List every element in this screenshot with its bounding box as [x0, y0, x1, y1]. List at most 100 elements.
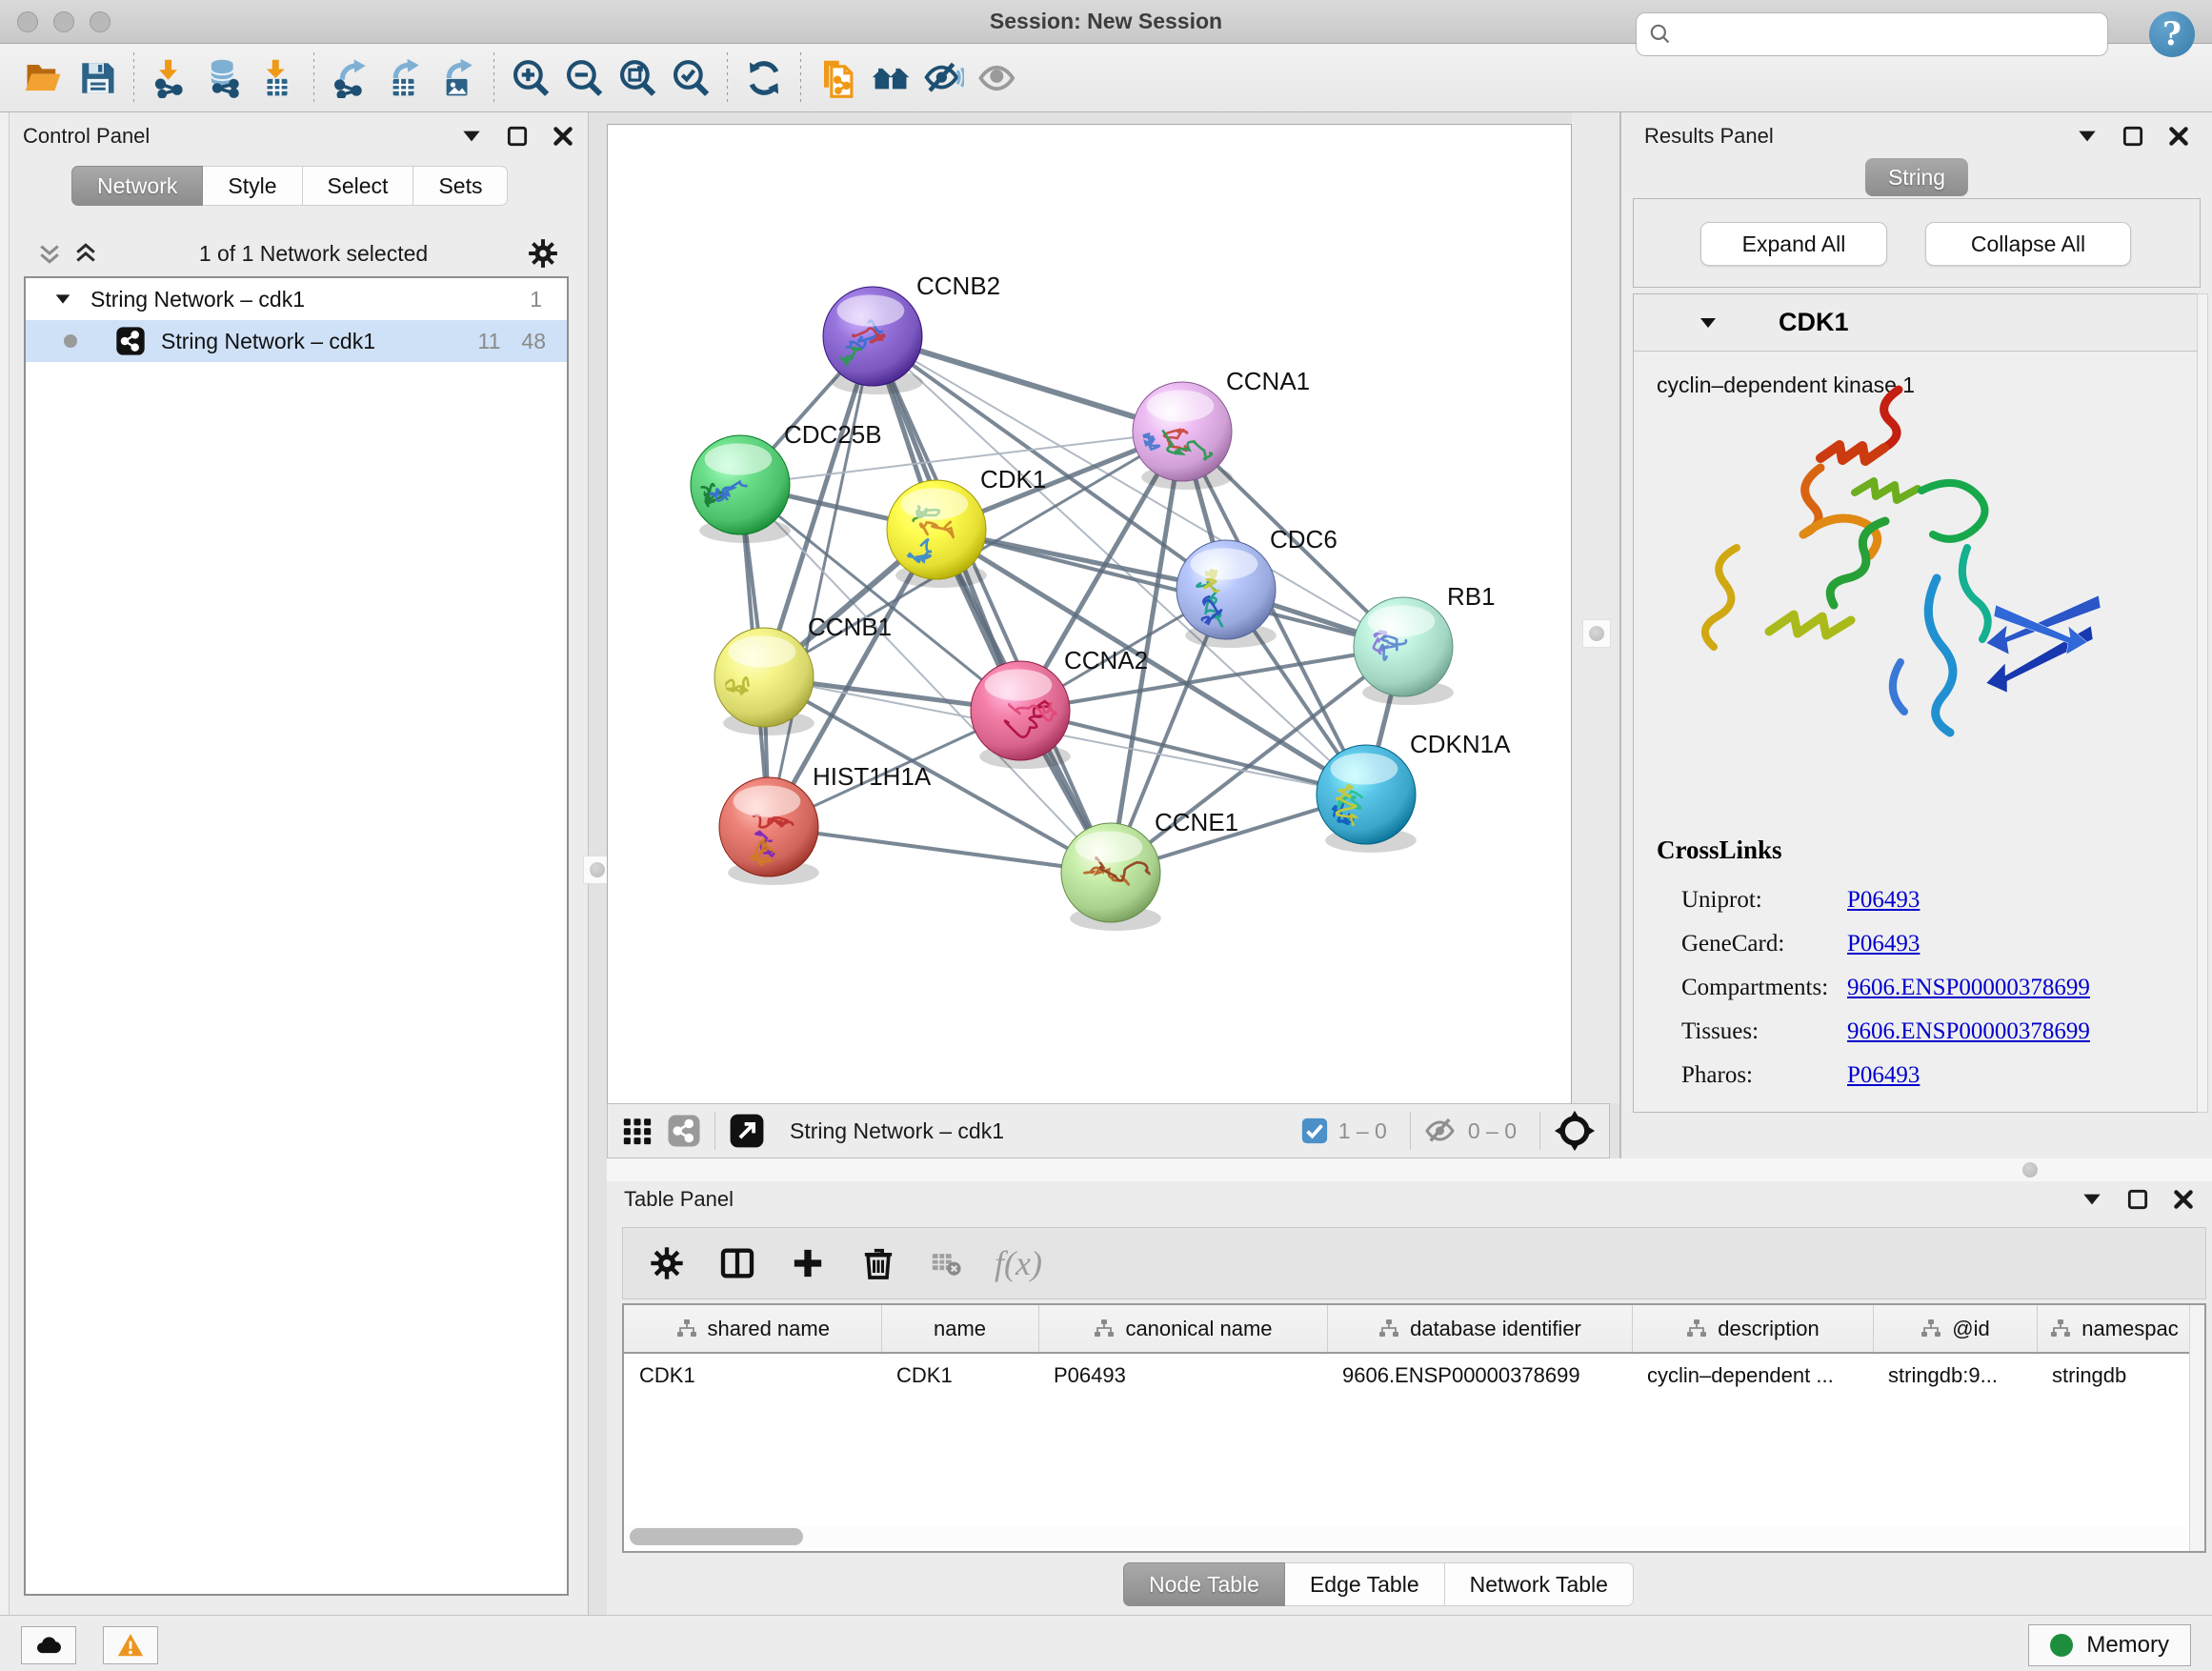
- column-header-sharedname[interactable]: shared name: [624, 1305, 881, 1353]
- open-in-new-window-icon[interactable]: [729, 1113, 765, 1149]
- grid-view-icon[interactable]: [621, 1115, 654, 1147]
- network-node-cdc25b[interactable]: CDC25B: [691, 420, 882, 543]
- delete-table-icon[interactable]: [930, 1247, 962, 1279]
- zoom-out-button[interactable]: [557, 51, 611, 105]
- table-horizontal-scrollbar[interactable]: [626, 1526, 2188, 1547]
- expand-all-button[interactable]: Expand All: [1700, 222, 1887, 266]
- network-canvas[interactable]: CCNB2CCNA1CDC25BCDK1CDC6RB1CCNB1CCNA2CDK…: [607, 124, 1572, 1103]
- table-vertical-scrollbar[interactable]: [2189, 1305, 2204, 1551]
- function-builder-icon[interactable]: f(x): [995, 1243, 1042, 1283]
- column-header-databaseidentifier[interactable]: database identifier: [1327, 1305, 1632, 1353]
- crosslink-value-link[interactable]: P06493: [1847, 1062, 1920, 1089]
- birds-eye-view-icon[interactable]: [1554, 1110, 1596, 1152]
- network-graph[interactable]: CCNB2CCNA1CDC25BCDK1CDC6RB1CCNB1CCNA2CDK…: [608, 125, 1571, 1102]
- scrollbar-thumb[interactable]: [630, 1528, 803, 1545]
- hidden-eye-slash-icon[interactable]: [1424, 1114, 1458, 1148]
- help-button[interactable]: ?: [2149, 11, 2195, 57]
- tab-style[interactable]: Style: [203, 166, 302, 206]
- results-scrollbar[interactable]: [2197, 293, 2208, 1113]
- right-splitter-handle[interactable]: [1582, 619, 1611, 648]
- memory-button[interactable]: Memory: [2028, 1624, 2191, 1666]
- clone-network-button[interactable]: [811, 51, 864, 105]
- table-cell[interactable]: P06493: [1038, 1353, 1327, 1397]
- network-share-view-icon[interactable]: [667, 1114, 701, 1148]
- panel-float-icon[interactable]: [2125, 1187, 2150, 1212]
- export-network-button[interactable]: [324, 51, 377, 105]
- table-cell[interactable]: stringdb:9...: [1873, 1353, 2037, 1397]
- import-network-from-database-button[interactable]: [197, 51, 251, 105]
- crosslink-value-link[interactable]: 9606.ENSP00000378699: [1847, 1018, 2090, 1045]
- network-edge[interactable]: [769, 336, 873, 827]
- network-node-cdc6[interactable]: CDC6: [1176, 525, 1337, 648]
- tab-string[interactable]: String: [1865, 158, 1968, 196]
- panel-float-icon[interactable]: [505, 124, 530, 149]
- tab-node-table[interactable]: Node Table: [1123, 1562, 1285, 1606]
- expand-all-icon[interactable]: [71, 239, 100, 268]
- import-network-from-file-button[interactable]: [144, 51, 197, 105]
- network-collection-row[interactable]: String Network – cdk1 1: [26, 278, 567, 320]
- column-header-name[interactable]: name: [881, 1305, 1038, 1353]
- table-cell[interactable]: stringdb: [2037, 1353, 2191, 1397]
- show-all-button[interactable]: [971, 51, 1024, 105]
- search-field[interactable]: [1636, 12, 2108, 56]
- tab-select[interactable]: Select: [303, 166, 414, 206]
- open-session-button[interactable]: [17, 51, 70, 105]
- crosslink-value-link[interactable]: 9606.ENSP00000378699: [1847, 975, 2090, 1001]
- tab-sets[interactable]: Sets: [413, 166, 508, 206]
- network-node-ccnb2[interactable]: CCNB2: [823, 272, 1000, 394]
- panel-close-icon[interactable]: [2166, 124, 2191, 149]
- horizontal-splitter[interactable]: [607, 1158, 2212, 1181]
- table-cell[interactable]: cyclin–dependent ...: [1632, 1353, 1873, 1397]
- tab-edge-table[interactable]: Edge Table: [1285, 1562, 1445, 1606]
- first-neighbors-button[interactable]: [864, 51, 917, 105]
- node-table[interactable]: shared namenamecanonical namedatabase id…: [622, 1303, 2206, 1553]
- column-header-id[interactable]: @id: [1873, 1305, 2037, 1353]
- zoom-selected-region-button[interactable]: [664, 51, 717, 105]
- export-table-button[interactable]: [377, 51, 431, 105]
- refresh-network-view-button[interactable]: [737, 51, 791, 105]
- tab-network[interactable]: Network: [71, 166, 203, 206]
- panel-close-icon[interactable]: [2171, 1187, 2196, 1212]
- network-node-cdkn1a[interactable]: CDKN1A: [1317, 730, 1511, 853]
- splitter-handle-dot[interactable]: [2022, 1162, 2038, 1178]
- column-header-namespac[interactable]: namespac: [2037, 1305, 2191, 1353]
- show-columns-icon[interactable]: [718, 1244, 756, 1282]
- table-cell[interactable]: CDK1: [881, 1353, 1038, 1397]
- entry-header[interactable]: CDK1: [1634, 294, 2200, 352]
- collapse-all-button[interactable]: Collapse All: [1925, 222, 2131, 266]
- table-cell[interactable]: CDK1: [624, 1353, 881, 1397]
- crosslink-value-link[interactable]: P06493: [1847, 887, 1920, 914]
- selected-checkbox-icon[interactable]: [1300, 1117, 1329, 1145]
- tab-network-table[interactable]: Network Table: [1445, 1562, 1634, 1606]
- network-edge[interactable]: [769, 827, 1111, 873]
- hide-selected-button[interactable]: [917, 51, 971, 105]
- panel-float-icon[interactable]: [2121, 124, 2145, 149]
- add-column-icon[interactable]: [789, 1244, 827, 1282]
- panel-collapse-icon[interactable]: [459, 124, 484, 149]
- delete-column-icon[interactable]: [859, 1244, 897, 1282]
- search-input[interactable]: [1682, 22, 2096, 47]
- tree-expander-icon[interactable]: [52, 289, 73, 310]
- panel-collapse-icon[interactable]: [2080, 1187, 2104, 1212]
- entry-expander-icon[interactable]: [1697, 312, 1719, 334]
- network-node-rb1[interactable]: RB1: [1354, 582, 1496, 705]
- network-node-ccna1[interactable]: CCNA1: [1133, 367, 1310, 490]
- table-cell[interactable]: 9606.ENSP00000378699: [1327, 1353, 1632, 1397]
- panel-collapse-icon[interactable]: [2075, 124, 2100, 149]
- zoom-in-button[interactable]: [504, 51, 557, 105]
- import-table-from-file-button[interactable]: [251, 51, 304, 105]
- network-node-hist1h1a[interactable]: HIST1H1A: [719, 762, 932, 885]
- zoom-fit-content-button[interactable]: [611, 51, 664, 105]
- warning-status-button[interactable]: [103, 1626, 158, 1664]
- table-row[interactable]: CDK1CDK1P064939606.ENSP00000378699cyclin…: [624, 1353, 2191, 1397]
- network-results-splitter[interactable]: [1572, 112, 1619, 1103]
- table-settings-gear-icon[interactable]: [648, 1244, 686, 1282]
- gear-icon[interactable]: [527, 237, 559, 270]
- collapse-all-icon[interactable]: [35, 239, 64, 268]
- column-header-description[interactable]: description: [1632, 1305, 1873, 1353]
- column-header-canonicalname[interactable]: canonical name: [1038, 1305, 1327, 1353]
- network-node-ccnb1[interactable]: CCNB1: [714, 613, 892, 735]
- crosslink-value-link[interactable]: P06493: [1847, 931, 1920, 957]
- save-session-button[interactable]: [70, 51, 124, 105]
- network-row[interactable]: String Network – cdk1 11 48: [26, 320, 567, 362]
